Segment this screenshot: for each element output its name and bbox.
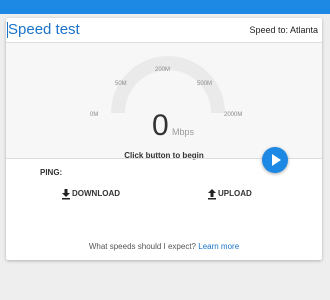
upload-icon [208, 189, 216, 200]
gauge-tick-2000m: 2000M [224, 112, 243, 118]
speed-unit: Mbps [172, 127, 195, 137]
footer-info: What speeds should I expect? Learn more [6, 242, 322, 251]
gauge-tick-0m: 0M [90, 112, 99, 118]
start-test-button[interactable] [262, 147, 288, 173]
download-label: DOWNLOAD [72, 189, 120, 198]
gauge-tick-200m: 200M [155, 67, 171, 73]
card-title: Speed test [8, 21, 80, 38]
gauge-tick-50m: 50M [115, 81, 127, 87]
footer-question: What speeds should I expect? [88, 242, 197, 251]
upload-metric: UPLOAD [207, 188, 277, 200]
speed-value: 0 [152, 109, 169, 142]
gauge-panel: 0M 50M 200M 500M 2000M 0 Mbps Click butt… [6, 43, 322, 160]
ping-label: PING: [40, 168, 63, 177]
top-app-bar [0, 0, 330, 14]
server-location: Speed to: Atlanta [249, 25, 318, 35]
learn-more-link[interactable]: Learn more [198, 242, 239, 251]
download-metric: DOWNLOAD [61, 188, 141, 200]
download-icon [62, 189, 70, 200]
speed-test-card: Speed test Speed to: Atlanta 0M 50M 200M… [6, 18, 322, 260]
upload-label: UPLOAD [218, 189, 252, 198]
gauge-tick-500m: 500M [197, 81, 213, 87]
play-icon [272, 154, 281, 166]
